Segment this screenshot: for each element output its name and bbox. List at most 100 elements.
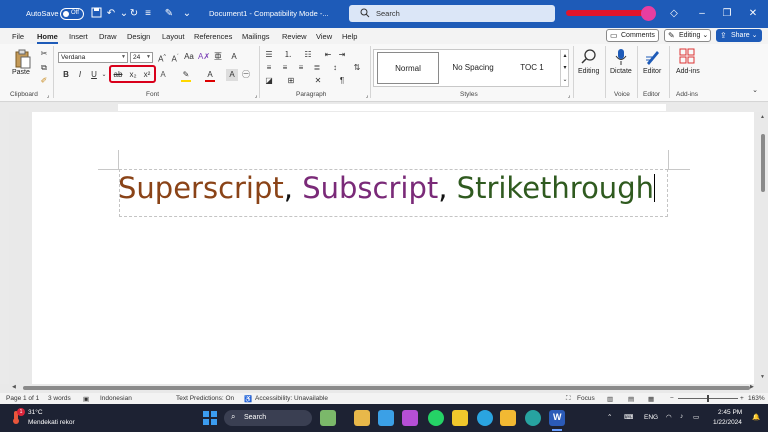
zoom-slider-thumb[interactable] — [707, 395, 709, 402]
vertical-scrollbar[interactable]: ▲ ▼ — [758, 112, 768, 384]
tab-draw[interactable]: Draw — [99, 32, 117, 41]
whatsapp-icon[interactable] — [428, 410, 444, 426]
vertical-scroll-thumb[interactable] — [761, 134, 765, 192]
word-app-icon[interactable]: W — [549, 410, 565, 426]
enclose-characters-icon[interactable]: ㊀ — [240, 69, 252, 81]
addins-icon[interactable] — [679, 48, 695, 66]
bullets-list-icon[interactable]: ☰ — [263, 49, 275, 61]
scroll-down-icon[interactable]: ▼ — [760, 374, 765, 380]
restore-icon[interactable]: ❐ — [720, 7, 734, 21]
widget-app-icon[interactable] — [320, 410, 336, 426]
minimize-icon[interactable]: – — [695, 7, 709, 21]
tab-home[interactable]: Home — [37, 32, 58, 41]
zoom-out-icon[interactable]: − — [670, 395, 674, 402]
customize-toolbar-icon[interactable]: ⌄ — [180, 7, 194, 21]
paste-label[interactable]: Paste — [12, 69, 30, 76]
decrease-indent-icon[interactable]: ⇤ — [322, 49, 334, 61]
save-icon[interactable] — [89, 7, 103, 21]
word-superscript[interactable]: Superscript — [118, 171, 284, 205]
notes-app-icon[interactable] — [452, 410, 468, 426]
weather-temp[interactable]: 31°C — [28, 409, 43, 416]
clock-date[interactable]: 1/22/2024 — [713, 419, 742, 426]
zoom-level[interactable]: 163% — [748, 395, 765, 402]
editor-label[interactable]: Editor — [643, 68, 661, 75]
text-effects-icon[interactable]: A — [157, 69, 169, 81]
tab-help[interactable]: Help — [342, 32, 357, 41]
bullets-icon[interactable]: ≡ — [141, 7, 155, 21]
style-no-spacing[interactable]: No Spacing — [442, 50, 504, 86]
italic-icon[interactable]: I — [74, 69, 86, 81]
focus-icon[interactable]: ⛶ — [566, 395, 571, 403]
sort-icon[interactable]: ⇅ — [351, 62, 363, 74]
web-layout-icon[interactable]: ▦ — [648, 395, 654, 403]
print-layout-icon[interactable]: ▤ — [628, 395, 634, 403]
align-right-icon[interactable]: ≡ — [295, 62, 307, 74]
tab-mailings[interactable]: Mailings — [242, 32, 270, 41]
telegram-icon[interactable] — [477, 410, 493, 426]
styles-scroll-icon[interactable]: ▴ ▾ ⌄ — [560, 50, 569, 86]
clear-formatting-icon[interactable]: A✗ — [198, 51, 210, 63]
find-icon[interactable] — [581, 48, 597, 66]
input-language[interactable]: ENG — [644, 414, 658, 421]
line-spacing-icon[interactable]: ↕ — [329, 62, 341, 74]
tab-review[interactable]: Review — [282, 32, 307, 41]
phonetic-guide-icon[interactable]: 亜 — [212, 51, 224, 63]
editing-mode-button[interactable]: ✎ Editing ⌄ — [664, 29, 711, 42]
teams-icon[interactable] — [402, 410, 418, 426]
bold-icon[interactable]: B — [60, 69, 72, 81]
focus-label[interactable]: Focus — [577, 395, 595, 402]
dictate-label[interactable]: Dictate — [610, 68, 632, 75]
paste-icon[interactable] — [14, 49, 32, 69]
paragraph-launcher-icon[interactable]: ⌟ — [361, 90, 373, 102]
addins-label[interactable]: Add-ins — [676, 68, 700, 75]
collapse-ribbon-icon[interactable]: ⌄ — [749, 85, 761, 97]
document-page[interactable]: Superscript, Subscript, Strikethrough — [32, 112, 754, 384]
multilevel-list-icon[interactable]: ☷ — [302, 49, 314, 61]
share-button[interactable]: ⇪ Share ⌄ — [716, 29, 762, 42]
tab-file[interactable]: File — [12, 32, 24, 41]
comma-2[interactable]: , — [438, 171, 456, 205]
style-normal[interactable]: Normal — [377, 52, 439, 84]
close-icon[interactable]: ✕ — [746, 7, 760, 21]
increase-indent-icon[interactable]: ⇥ — [336, 49, 348, 61]
weather-description[interactable]: Mendekati rekor — [28, 419, 75, 426]
edge-browser-icon[interactable] — [525, 410, 541, 426]
tab-view[interactable]: View — [316, 32, 332, 41]
align-center-icon[interactable]: ≡ — [279, 62, 291, 74]
tray-expand-icon[interactable]: ⌃ — [607, 413, 612, 421]
language-status[interactable]: Indonesian — [100, 395, 132, 402]
tab-insert[interactable]: Insert — [69, 32, 88, 41]
comments-button[interactable]: ▭ Comments — [606, 29, 659, 42]
tab-layout[interactable]: Layout — [162, 32, 185, 41]
tab-references[interactable]: References — [194, 32, 232, 41]
file-explorer-icon[interactable] — [354, 410, 370, 426]
undo-icon[interactable]: ↶ — [104, 7, 118, 21]
wifi-icon[interactable]: ◠ — [666, 413, 672, 421]
justify-icon[interactable]: ≣ — [311, 62, 323, 74]
taskbar-search-box[interactable]: ⌕ Search — [224, 410, 312, 426]
word-count[interactable]: 3 words — [48, 395, 71, 402]
style-toc1[interactable]: TOC 1 — [504, 50, 560, 86]
copy-icon[interactable]: ⧉ — [38, 62, 50, 74]
zoom-in-icon[interactable]: + — [740, 395, 744, 402]
accessibility-status[interactable]: Accessibility: Unavailable — [255, 395, 328, 402]
word-strikethrough[interactable]: Strikethrough — [457, 171, 654, 205]
avatar[interactable] — [641, 6, 656, 21]
store-icon[interactable] — [378, 410, 394, 426]
shrink-font-icon[interactable]: Aˇ — [169, 51, 181, 64]
font-name-combo[interactable]: Verdana ▼ — [58, 52, 128, 63]
accessibility-icon[interactable]: ♿ — [244, 395, 252, 403]
diamond-icon[interactable]: ◇ — [667, 7, 681, 21]
document-title[interactable]: Document1 - Compatibility Mode -... — [209, 9, 329, 18]
search-box[interactable]: Search — [349, 5, 555, 22]
numbering-list-icon[interactable]: ⒈ — [282, 49, 294, 61]
shading-icon[interactable]: ◪ — [263, 75, 275, 87]
draw-icon[interactable]: ✎ — [162, 7, 176, 21]
cut-icon[interactable]: ✂ — [38, 48, 50, 60]
notifications-icon[interactable]: 🔔 — [752, 413, 760, 421]
editor-icon[interactable] — [644, 48, 662, 68]
asian-layout-icon[interactable]: ✕ — [312, 75, 324, 87]
change-case-icon[interactable]: Aa — [183, 51, 195, 63]
comma-1[interactable]: , — [284, 171, 302, 205]
scroll-right-icon[interactable]: ▶ — [750, 384, 754, 390]
